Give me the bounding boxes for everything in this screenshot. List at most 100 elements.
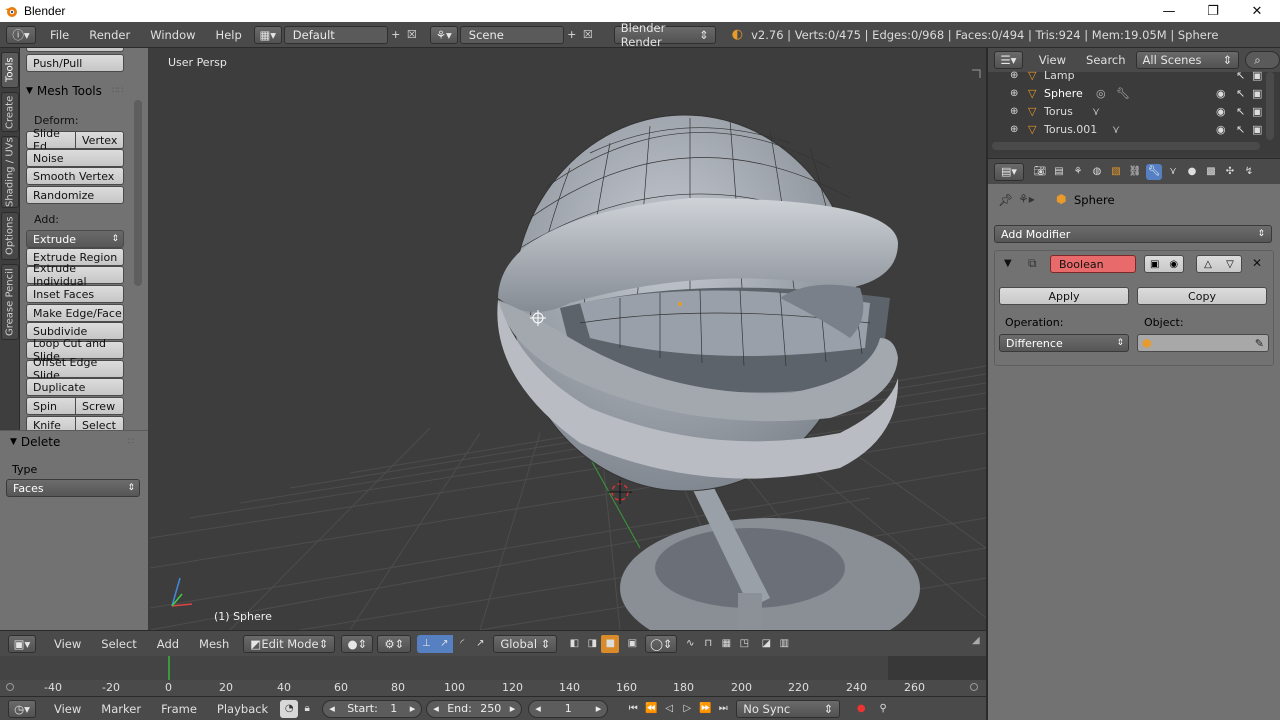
menu-view[interactable]: View — [44, 702, 91, 716]
world-tab-icon[interactable]: ◍ — [1089, 164, 1105, 180]
data-tab-icon[interactable]: ⋎ — [1165, 164, 1181, 180]
make-edge-face-button[interactable]: Make Edge/Face — [26, 304, 124, 322]
outliner-tree[interactable]: ⊕ ▽ Lamp ↖ ▣ ⊕ ▽ Sphere ◎ 🔧︎ ◉ ↖ ▣ ⊕ ▽ T… — [988, 69, 1280, 156]
menu-view[interactable]: View — [1029, 53, 1076, 67]
proportional-editing-dropdown[interactable]: ◯⇕ — [645, 634, 678, 653]
preview-range-icon[interactable]: ◔ — [280, 699, 299, 718]
keying-set-icon[interactable]: ⚲ — [874, 700, 892, 718]
lock-range-icon[interactable]: 🔒︎ — [298, 700, 316, 718]
add-modifier-dropdown[interactable]: Add Modifier ⇕ — [994, 225, 1272, 243]
move-up-icon[interactable]: △ — [1204, 259, 1212, 270]
delete-type-dropdown[interactable]: Faces ⇕ — [6, 479, 140, 497]
menu-view[interactable]: View — [44, 637, 91, 651]
sync-mode-dropdown[interactable]: No Sync ⇕ — [736, 699, 841, 718]
render-toggle-icon[interactable]: ▣ — [1252, 87, 1262, 100]
expand-icon[interactable]: ⊕ — [1010, 70, 1018, 81]
scene-tab-icon[interactable]: ⚘ — [1070, 164, 1086, 180]
editor-type-info-icon[interactable]: ⓘ▾ — [6, 25, 36, 44]
area-corner-icon[interactable]: ◢ — [972, 635, 980, 646]
add-layout-icon[interactable]: + — [388, 27, 404, 43]
knife-button[interactable]: Knife — [26, 416, 76, 430]
tab-create[interactable]: Create — [1, 92, 19, 132]
viewport-shading-dropdown[interactable]: ●⇕ — [341, 634, 374, 653]
expand-icon[interactable]: ⊕ — [1010, 88, 1018, 99]
remove-scene-icon[interactable]: ☒ — [580, 27, 596, 43]
outliner-row-lamp[interactable]: ⊕ ▽ Lamp ↖ ▣ — [988, 66, 1264, 84]
render-toggle-icon[interactable]: ▣ — [1252, 69, 1262, 82]
tab-options[interactable]: Options — [1, 212, 19, 260]
timeline-track[interactable] — [0, 656, 986, 680]
visibility-eye-icon[interactable]: ◉ — [1216, 87, 1226, 100]
copy-button[interactable]: Copy — [1137, 287, 1267, 305]
scroll-left-handle[interactable] — [6, 683, 14, 691]
menu-select[interactable]: Select — [91, 637, 146, 651]
operation-dropdown[interactable]: Difference ⇕ — [999, 334, 1129, 352]
collapse-arrow-icon[interactable]: ▼ — [1004, 258, 1012, 269]
drag-handle-icon[interactable]: ∷ — [128, 437, 134, 447]
select-arrow-icon[interactable]: ↖ — [1236, 87, 1245, 100]
3d-viewport[interactable]: User Persp (1) Sphere — [150, 48, 986, 630]
physics-tab-icon[interactable]: ↯ — [1241, 164, 1257, 180]
select-arrow-icon[interactable]: ↖ — [1236, 123, 1245, 136]
snap-target-icon[interactable]: ◳ — [735, 635, 753, 653]
randomize-button[interactable]: Randomize — [26, 186, 124, 204]
close-button[interactable]: ✕ — [1236, 0, 1278, 22]
particles-tab-icon[interactable]: ✣ — [1222, 164, 1238, 180]
visibility-eye-icon[interactable]: ◉ — [1216, 123, 1226, 136]
editor-type-3dview-icon[interactable]: ▣▾ — [8, 634, 36, 653]
viewport-eye-icon[interactable]: ◉ — [1169, 259, 1178, 270]
minimize-button[interactable]: — — [1148, 0, 1190, 22]
expand-icon[interactable]: ⊕ — [1010, 106, 1018, 117]
spin-button[interactable]: Spin — [26, 397, 76, 415]
scene-field[interactable]: Scene — [459, 25, 564, 44]
shelf-scrollbar[interactable] — [134, 100, 142, 286]
current-frame-field[interactable]: ◂ 1 ▸ — [528, 699, 609, 718]
end-frame-field[interactable]: ◂ End: 250 ▸ — [426, 699, 523, 718]
menu-playback[interactable]: Playback — [207, 702, 278, 716]
offset-edge-slide-button[interactable]: Offset Edge Slide — [26, 356, 124, 382]
edge-select-icon[interactable]: ◨ — [583, 635, 601, 653]
delete-panel-header[interactable]: ▼ Delete — [10, 435, 60, 449]
render-layers-tab-icon[interactable]: ▤ — [1051, 164, 1067, 180]
select-arrow-icon[interactable]: ↖ — [1236, 105, 1245, 118]
material-tab-icon[interactable]: ● — [1184, 164, 1200, 180]
render-engine-dropdown[interactable]: Blender Render ⇕ — [613, 21, 716, 49]
maximize-button[interactable]: ❐ — [1192, 0, 1234, 22]
snap-element-icon[interactable]: ▦ — [717, 635, 735, 653]
extrude-individual-button[interactable]: Extrude Individual — [26, 262, 124, 288]
remove-layout-icon[interactable]: ☒ — [404, 27, 420, 43]
screen-layout-field[interactable]: Default — [283, 25, 388, 44]
tab-tools[interactable]: Tools — [1, 52, 19, 88]
rotate-manipulator-icon[interactable]: ◜ — [453, 635, 471, 653]
vertex-select-icon[interactable]: ◧ — [565, 635, 583, 653]
jump-end-icon[interactable]: ⏭ — [714, 700, 732, 718]
outliner-row-sphere[interactable]: ⊕ ▽ Sphere ◎ 🔧︎ ◉ ↖ ▣ — [988, 84, 1264, 102]
modifier-name-field[interactable]: Boolean — [1050, 255, 1136, 273]
menu-mesh[interactable]: Mesh — [189, 637, 239, 651]
modifier-visibility-toggles[interactable]: ▣ ◉ — [1144, 255, 1184, 273]
tab-grease-pencil[interactable]: Grease Pencil — [1, 264, 19, 340]
modifier-order-buttons[interactable]: △ ▽ — [1196, 255, 1242, 273]
3d-cursor-icon[interactable] — [608, 480, 632, 504]
scroll-right-handle[interactable] — [970, 683, 978, 691]
pivot-point-dropdown[interactable]: ⚙⇕ — [377, 634, 412, 653]
interaction-mode-dropdown[interactable]: ◩ Edit Mode ⇕ — [243, 634, 336, 653]
mesh-tools-panel-header[interactable]: ▼ Mesh Tools — [26, 84, 102, 98]
slide-vertex-button[interactable]: Vertex — [75, 131, 124, 149]
outliner-item-name[interactable]: Torus.001 — [1044, 123, 1097, 136]
menu-marker[interactable]: Marker — [91, 702, 151, 716]
remove-modifier-icon[interactable]: ✕ — [1252, 256, 1262, 270]
menu-frame[interactable]: Frame — [151, 702, 207, 716]
outliner-item-name[interactable]: Sphere — [1044, 87, 1083, 100]
screen-layout-icon[interactable]: ▦▾ — [253, 25, 282, 44]
manipulator-toggle-icon[interactable]: ⊥ — [417, 634, 436, 653]
eyedropper-icon[interactable]: ✎ — [1255, 337, 1264, 350]
menu-search[interactable]: Search — [1076, 53, 1136, 67]
jump-start-icon[interactable]: ⏮ — [624, 700, 642, 718]
limit-selection-icon[interactable]: ▣ — [623, 635, 641, 653]
start-frame-field[interactable]: ◂ Start: 1 ▸ — [322, 699, 423, 718]
inset-faces-button[interactable]: Inset Faces — [26, 285, 124, 303]
texture-tab-icon[interactable]: ▩ — [1203, 164, 1219, 180]
menu-render[interactable]: Render — [79, 28, 140, 42]
slide-edge-button[interactable]: Slide Ed — [26, 127, 76, 153]
